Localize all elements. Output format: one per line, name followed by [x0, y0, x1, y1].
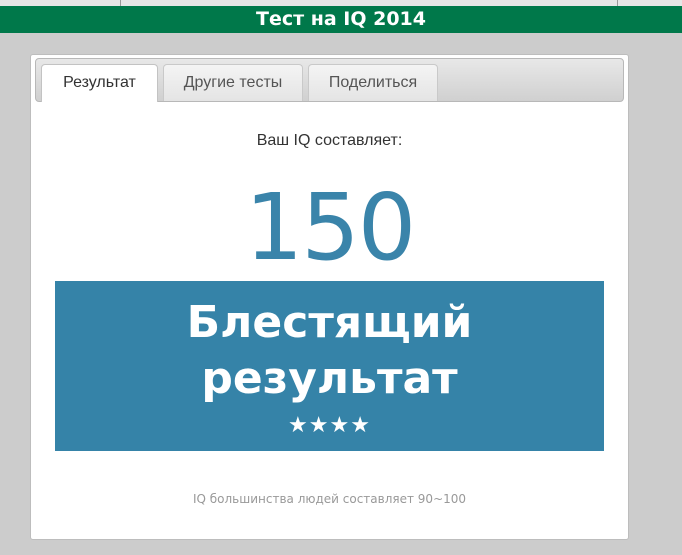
tab-bar: Результат Другие тесты Поделиться	[35, 58, 624, 102]
star-rating: ★★★★	[288, 413, 371, 438]
tab-result[interactable]: Результат	[41, 64, 158, 102]
app-header: Тест на IQ 2014	[0, 6, 682, 33]
tab-other-tests[interactable]: Другие тесты	[163, 64, 303, 101]
page-title: Тест на IQ 2014	[255, 8, 427, 30]
result-title-line1: Блестящий	[186, 297, 473, 348]
result-banner: Блестящий результат ★★★★	[55, 281, 604, 451]
result-title: Блестящий результат	[55, 295, 604, 407]
average-iq-note: IQ большинства людей составляет 90~100	[192, 492, 467, 506]
tab-share[interactable]: Поделиться	[308, 64, 438, 101]
iq-label: Ваш IQ составляет:	[256, 132, 403, 149]
result-title-line2: результат	[201, 353, 458, 404]
result-card: Результат Другие тесты Поделиться Ваш IQ…	[30, 54, 629, 540]
iq-score: 150	[244, 174, 417, 281]
